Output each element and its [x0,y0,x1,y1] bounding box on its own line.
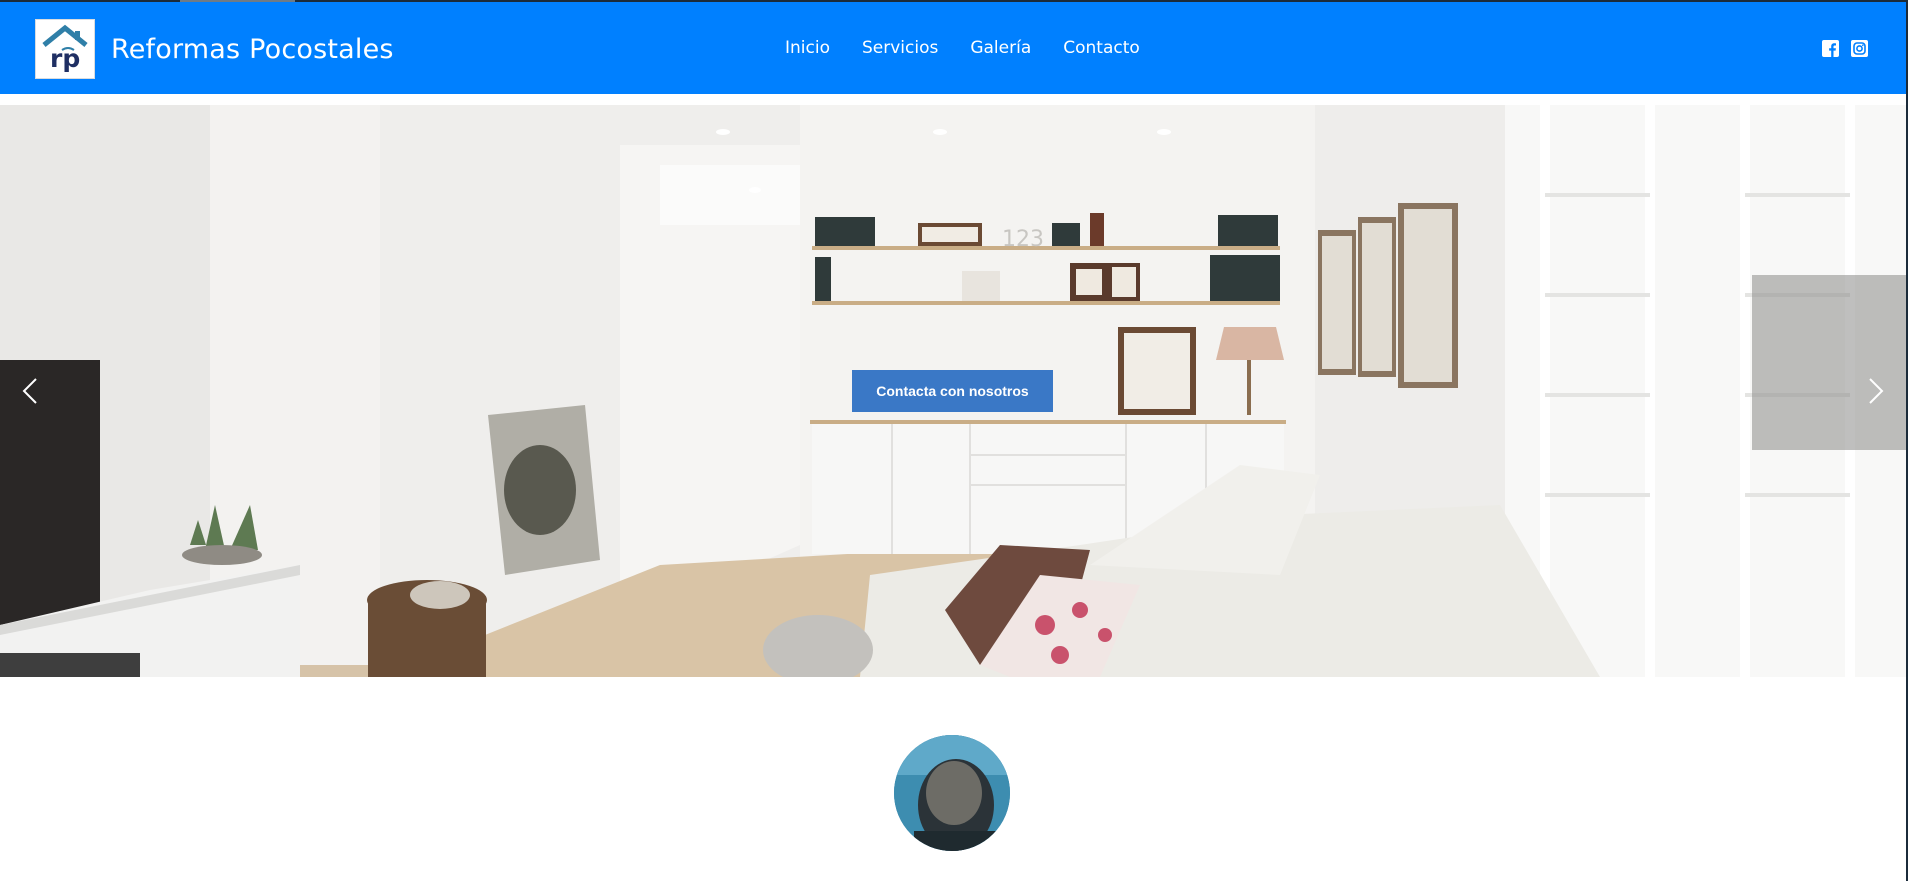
social-links [1822,40,1868,57]
avatar [894,735,1010,851]
brand[interactable]: rp Reformas Pocostales [35,19,394,79]
chevron-left-icon [22,378,37,404]
house-logo-icon: rp [42,24,88,73]
contact-cta-button[interactable]: Contacta con nosotros [852,370,1053,412]
chevron-right-icon [1869,378,1884,404]
nav-item-servicios[interactable]: Servicios [862,38,938,58]
facebook-icon[interactable] [1822,40,1839,57]
profile-photo [894,735,1010,851]
nav-item-inicio[interactable]: Inicio [785,38,830,58]
navbar: rp Reformas Pocostales Inicio Servicios … [0,2,1906,94]
instagram-icon[interactable] [1851,40,1868,57]
brand-name[interactable]: Reformas Pocostales [111,34,394,65]
slider-next-button[interactable] [1858,375,1890,407]
slider-prev-button[interactable] [16,375,48,407]
nav-item-contacto[interactable]: Contacto [1063,38,1140,58]
logo[interactable]: rp [35,19,95,79]
main-menu: Inicio Servicios Galería Contacto [770,38,1172,58]
nav-item-galeria[interactable]: Galería [970,38,1031,58]
hero-slider: 123 Contacta con nosotros [0,105,1906,677]
shelf-number-decor: 123 [1002,227,1044,252]
